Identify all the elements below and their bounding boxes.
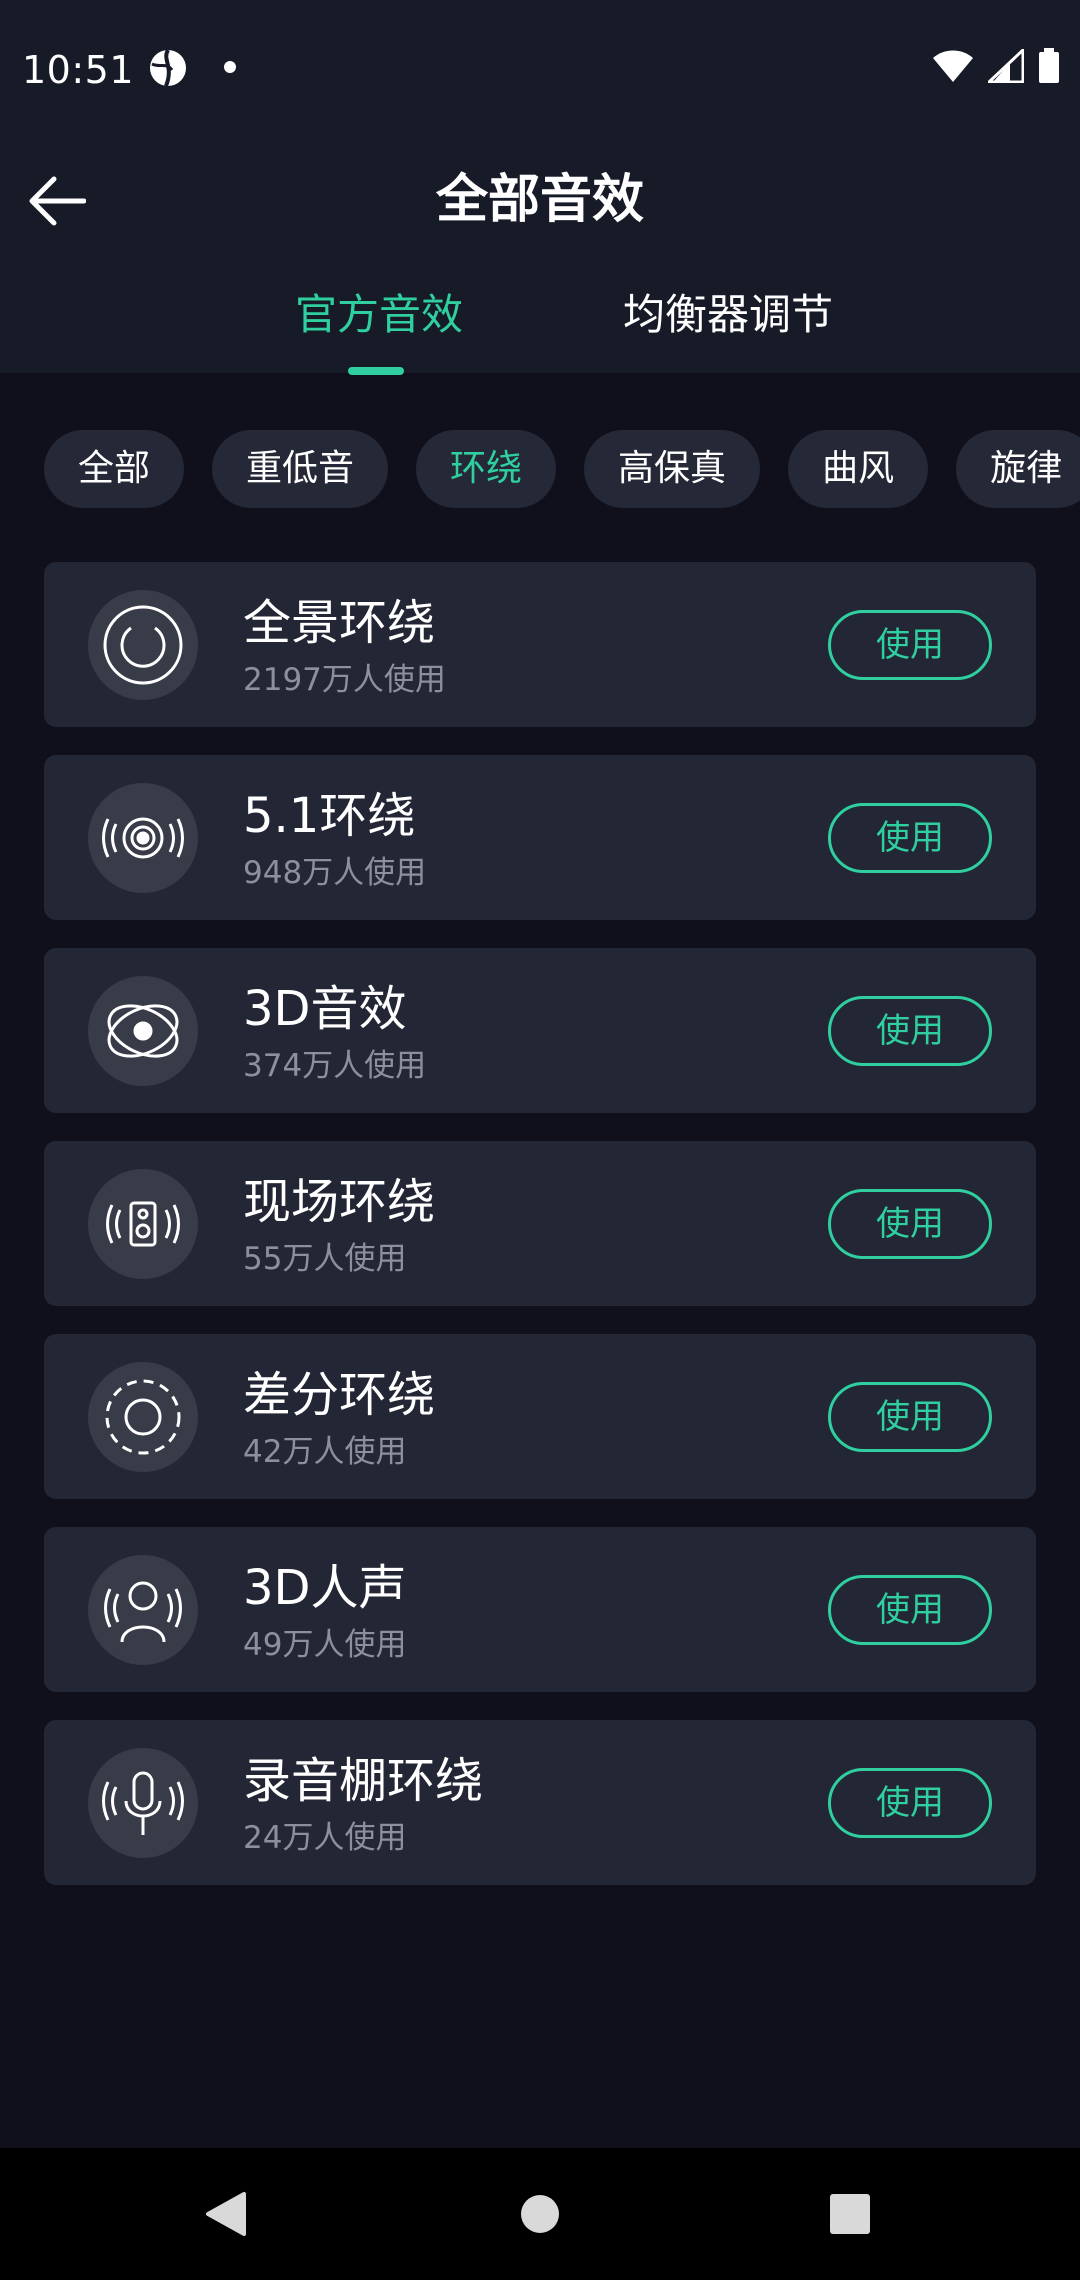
effect-users: 948万人使用: [243, 855, 427, 891]
nav-back-button[interactable]: [196, 2184, 256, 2244]
effect-card-panorama[interactable]: 全景环绕 2197万人使用 使用: [44, 562, 1036, 727]
effect-users: 2197万人使用: [243, 662, 446, 698]
effect-card-5-1[interactable]: 5.1环绕 948万人使用 使用: [44, 755, 1036, 920]
use-button[interactable]: 使用: [828, 1382, 992, 1452]
nav-recents-button[interactable]: [820, 2184, 880, 2244]
nav-home-icon: [521, 2195, 559, 2233]
use-button[interactable]: 使用: [828, 1768, 992, 1838]
effect-card-3d-vocal[interactable]: 3D人声 49万人使用 使用: [44, 1527, 1036, 1692]
page-title: 全部音效: [435, 170, 644, 230]
effect-card-live[interactable]: 现场环绕 55万人使用 使用: [44, 1141, 1036, 1306]
screen: 10:51 全部音效 官方音效 均衡器调节 全部 重低音 环绕 高保真 曲风 旋…: [0, 0, 1080, 2280]
chip-surround[interactable]: 环绕: [416, 430, 557, 508]
effect-name: 3D音效: [243, 981, 407, 1037]
person-waves-icon: [88, 1555, 198, 1665]
live-speaker-icon: [88, 1169, 198, 1279]
effect-users: 55万人使用: [243, 1241, 407, 1277]
tab-equalizer[interactable]: 均衡器调节: [623, 283, 833, 347]
use-button[interactable]: 使用: [828, 610, 992, 680]
use-button[interactable]: 使用: [828, 1575, 992, 1645]
dot-icon: [224, 61, 236, 73]
panorama-ring-icon: [88, 590, 198, 700]
effect-name: 3D人声: [243, 1560, 407, 1616]
effect-card-3d[interactable]: 3D音效 374万人使用 使用: [44, 948, 1036, 1113]
use-button[interactable]: 使用: [828, 996, 992, 1066]
effect-name: 5.1环绕: [243, 788, 416, 844]
effect-name: 录音棚环绕: [243, 1753, 484, 1809]
chip-hifi[interactable]: 高保真: [584, 430, 761, 508]
effect-name: 全景环绕: [243, 595, 436, 651]
signal-icon: [988, 49, 1024, 83]
effect-users: 42万人使用: [243, 1434, 407, 1470]
wifi-icon: [933, 50, 973, 82]
system-nav-bar: [0, 2148, 1080, 2280]
nav-recents-icon: [830, 2194, 870, 2234]
category-chips: 全部 重低音 环绕 高保真 曲风 旋律: [44, 430, 1080, 508]
effect-users: 24万人使用: [243, 1820, 407, 1856]
speaker-waves-icon: [88, 783, 198, 893]
nav-back-icon: [206, 2192, 246, 2236]
use-button[interactable]: 使用: [828, 803, 992, 873]
effect-name: 差分环绕: [243, 1367, 436, 1423]
tab-official-effects[interactable]: 官方音效: [295, 283, 463, 347]
status-icons: [932, 48, 1060, 84]
header-area: 10:51 全部音效 官方音效 均衡器调节: [0, 0, 1080, 375]
orbit-3d-icon: [88, 976, 198, 1086]
chip-bass[interactable]: 重低音: [212, 430, 389, 508]
nav-home-button[interactable]: [510, 2184, 570, 2244]
app-notification-icon: [150, 48, 186, 87]
battery-icon: [1039, 48, 1059, 83]
effect-card-studio[interactable]: 录音棚环绕 24万人使用 使用: [44, 1720, 1036, 1885]
effect-users: 374万人使用: [243, 1048, 427, 1084]
chip-melody[interactable]: 旋律: [956, 430, 1080, 508]
effect-name: 现场环绕: [243, 1174, 436, 1230]
microphone-waves-icon: [88, 1748, 198, 1858]
tab-active-indicator: [348, 367, 404, 375]
chip-genre[interactable]: 曲风: [788, 430, 929, 508]
effect-users: 49万人使用: [243, 1627, 407, 1663]
status-time: 10:51: [22, 48, 135, 92]
dashed-ring-icon: [88, 1362, 198, 1472]
chip-all[interactable]: 全部: [44, 430, 185, 508]
use-button[interactable]: 使用: [828, 1189, 992, 1259]
effect-list: 全景环绕 2197万人使用 使用 5.1环绕 948万人使用 使用 3D音效 3…: [44, 562, 1036, 1913]
effect-card-differential[interactable]: 差分环绕 42万人使用 使用: [44, 1334, 1036, 1499]
